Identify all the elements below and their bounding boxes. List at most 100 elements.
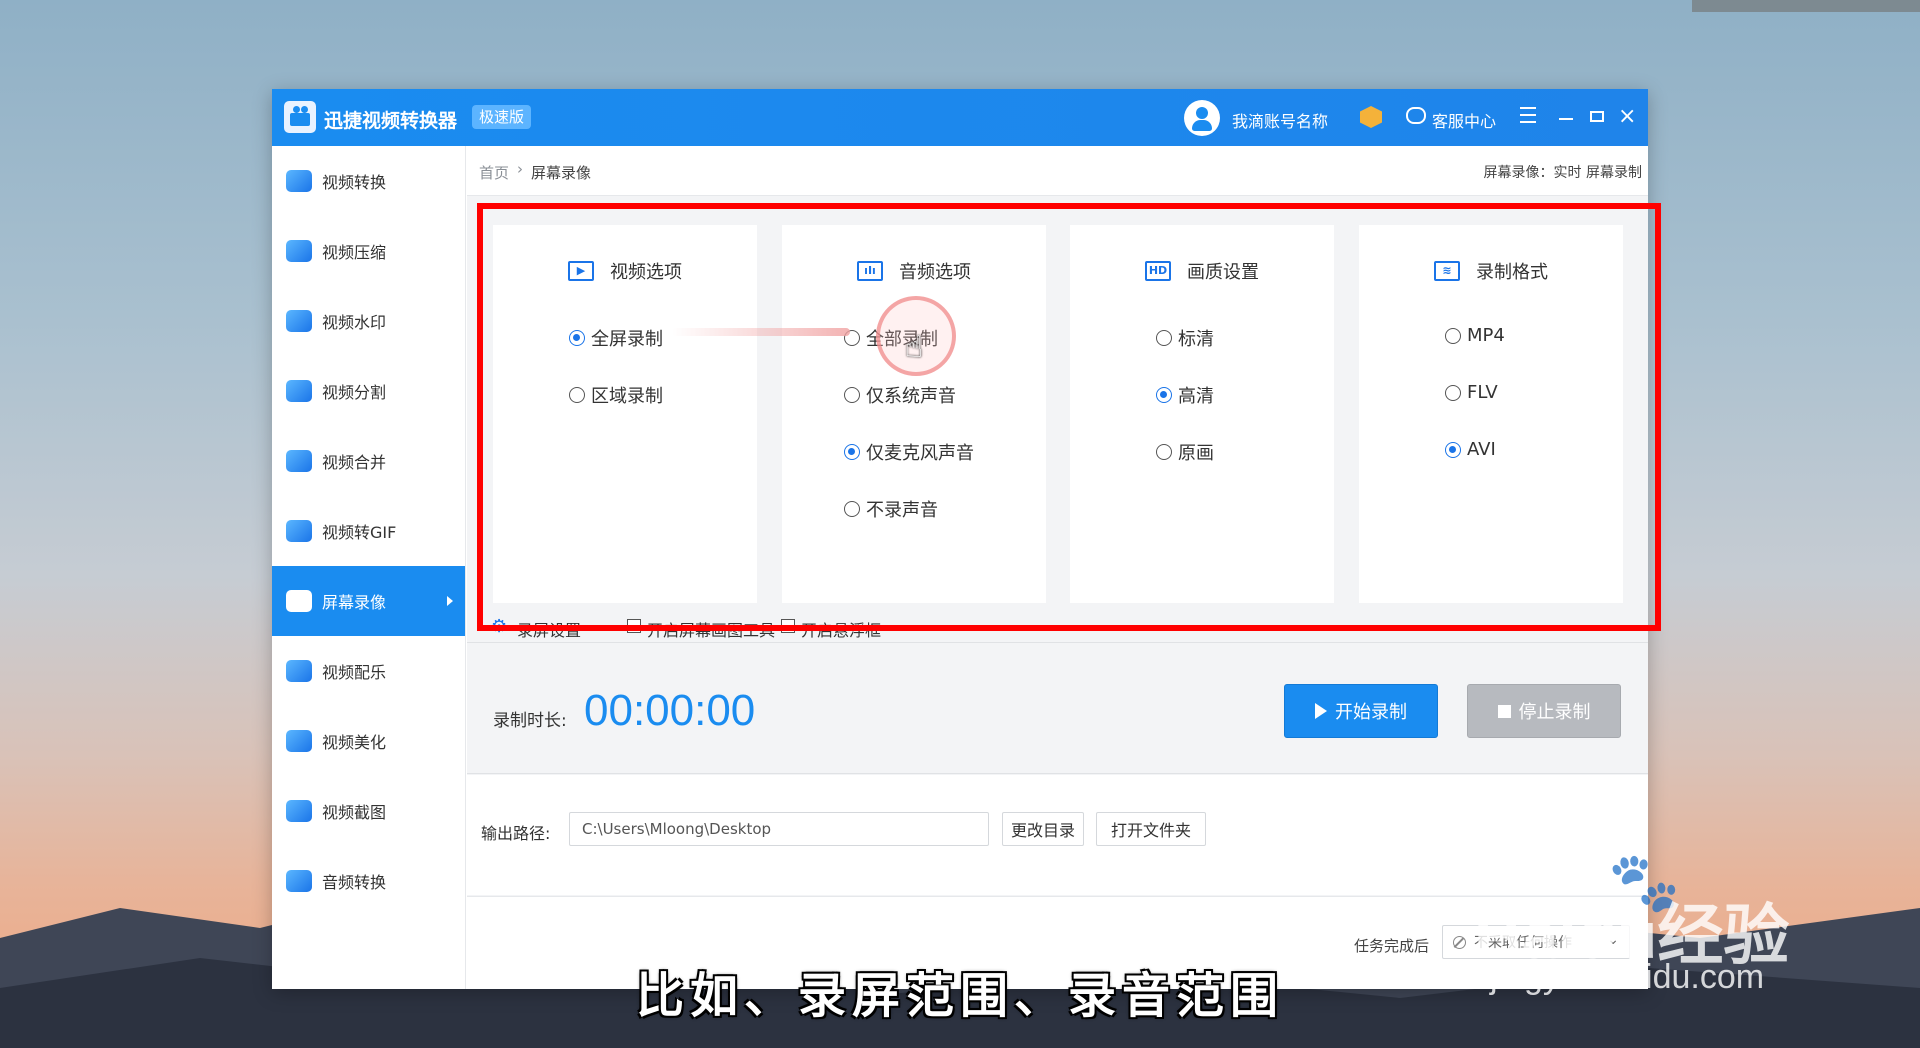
screenshot-icon: [286, 800, 312, 822]
watermark-sub: jingyan.baidu.com: [1490, 958, 1765, 996]
output-area: 输出路径: C:\Users\Mloong\Desktop 更改目录 打开文件夹: [467, 775, 1648, 895]
account-name[interactable]: 我滴账号名称: [1232, 108, 1328, 132]
radio-mic-only[interactable]: [844, 444, 860, 460]
sidebar-item-label: 视频分割: [322, 383, 387, 402]
card-title: 视频选项: [610, 262, 682, 283]
option-label: 原画: [1178, 443, 1214, 464]
gear-icon[interactable]: ⚙: [491, 616, 507, 637]
sidebar-item-label: 视频截图: [322, 803, 387, 822]
edition-badge: 极速版: [472, 105, 532, 129]
menu-icon[interactable]: [1520, 107, 1536, 125]
sidebar-item-video-merge[interactable]: 视频合并: [272, 426, 465, 496]
main-panel: 首页 › 屏幕录像 屏幕录像：实时 屏幕录制 ▶ 视频选项 全屏录制 区域录制: [467, 146, 1648, 989]
sidebar-item-video-compress[interactable]: 视频压缩: [272, 216, 465, 286]
baidu-watermark: 🐾 Baidu经验 jingyan.baidu.com: [1474, 848, 1834, 1018]
draw-tool-label[interactable]: 开启屏幕画图工具: [647, 617, 775, 641]
video-merge-icon: [286, 450, 312, 472]
sidebar-item-label: 视频合并: [322, 453, 387, 472]
after-task-label: 任务完成后: [1354, 937, 1430, 955]
record-format-card: ≋ 录制格式 MP4 FLV AVI: [1359, 225, 1623, 603]
change-dir-button[interactable]: 更改目录: [1002, 812, 1084, 846]
draw-tool-checkbox[interactable]: [627, 619, 641, 633]
breadcrumb-home[interactable]: 首页: [479, 162, 509, 183]
option-label: FLV: [1467, 382, 1498, 403]
minimize-icon[interactable]: [1559, 118, 1573, 120]
sidebar-item-screen-record[interactable]: 屏幕录像: [272, 566, 465, 636]
close-icon[interactable]: ×: [1618, 106, 1636, 128]
hand-cursor-icon: ☝: [905, 330, 924, 365]
sidebar-item-label: 视频转GIF: [322, 523, 397, 542]
radio-original[interactable]: [1156, 444, 1172, 460]
service-center-link[interactable]: 客服中心: [1432, 108, 1496, 132]
cursor-trail: [672, 328, 850, 336]
sidebar-item-video-gif[interactable]: 视频转GIF: [272, 496, 465, 566]
option-mic-only[interactable]: 仅麦克风声音: [844, 439, 974, 465]
sidebar-item-video-screenshot[interactable]: 视频截图: [272, 776, 465, 846]
sidebar-item-video-beautify[interactable]: 视频美化: [272, 706, 465, 776]
sidebar-item-video-music[interactable]: 视频配乐: [272, 636, 465, 706]
option-flv[interactable]: FLV: [1445, 382, 1498, 403]
radio-high[interactable]: [1156, 387, 1172, 403]
radio-avi[interactable]: [1445, 441, 1461, 458]
chat-bubble-icon[interactable]: [1406, 107, 1426, 124]
output-path-label: 输出路径:: [481, 824, 551, 843]
option-fullscreen[interactable]: 全屏录制: [569, 325, 663, 351]
maximize-icon[interactable]: [1590, 111, 1604, 122]
screen-record-icon: [286, 590, 312, 612]
radio-no-audio[interactable]: [844, 501, 860, 517]
play-box-icon: ▶: [568, 261, 594, 281]
radio-region[interactable]: [569, 387, 585, 403]
mode-info: 屏幕录像：实时 屏幕录制: [1483, 165, 1642, 181]
radio-fullscreen[interactable]: [569, 330, 585, 346]
start-record-button[interactable]: 开始录制: [1284, 684, 1438, 738]
app-logo-icon: [284, 101, 316, 133]
option-label: 仅系统声音: [866, 386, 956, 407]
vip-icon[interactable]: [1360, 106, 1382, 128]
option-original[interactable]: 原画: [1156, 439, 1214, 465]
sidebar-item-audio-convert[interactable]: 音频转换: [272, 846, 465, 916]
breadcrumb: 首页 › 屏幕录像 屏幕录像：实时 屏幕录制: [467, 146, 1648, 196]
option-region[interactable]: 区域录制: [569, 382, 663, 408]
quality-settings-card: HD 画质设置 标清 高清 原画: [1070, 225, 1334, 603]
sidebar-item-video-convert[interactable]: 视频转换: [272, 146, 465, 216]
option-mp4[interactable]: MP4: [1445, 325, 1505, 346]
app-title: 迅捷视频转换器: [324, 110, 458, 132]
record-settings-link[interactable]: 录屏设置: [517, 617, 581, 641]
video-options-card: ▶ 视频选项 全屏录制 区域录制: [493, 225, 757, 603]
card-header: ≋ 录制格式: [1359, 258, 1623, 284]
output-path-input[interactable]: C:\Users\Mloong\Desktop: [569, 812, 989, 846]
radio-system-only[interactable]: [844, 387, 860, 403]
layers-icon: ≋: [1434, 261, 1460, 281]
user-avatar-icon[interactable]: [1184, 100, 1220, 136]
timer-area: 录制时长: 00:00:00 开始录制 停止录制: [467, 644, 1648, 774]
video-convert-icon: [286, 170, 312, 192]
floating-frame-checkbox[interactable]: [781, 619, 795, 633]
card-header: HD 画质设置: [1070, 258, 1334, 284]
option-label: 区域录制: [591, 386, 663, 407]
option-system-only[interactable]: 仅系统声音: [844, 382, 956, 408]
sidebar-item-video-watermark[interactable]: 视频水印: [272, 286, 465, 356]
sidebar-item-video-split[interactable]: 视频分割: [272, 356, 465, 426]
radio-flv[interactable]: [1445, 384, 1461, 401]
radio-mp4[interactable]: [1445, 327, 1461, 344]
ban-icon: [1453, 935, 1466, 949]
stop-record-button[interactable]: 停止录制: [1467, 684, 1621, 738]
option-avi[interactable]: AVI: [1445, 439, 1496, 460]
radio-standard[interactable]: [1156, 330, 1172, 346]
breadcrumb-current: 屏幕录像: [531, 164, 592, 182]
video-split-icon: [286, 380, 312, 402]
options-cards: ▶ 视频选项 全屏录制 区域录制 ıIı 音频选项 全部录制 仅系统声音 仅麦克…: [467, 196, 1648, 611]
card-title: 画质设置: [1187, 262, 1259, 283]
beautify-icon: [286, 730, 312, 752]
card-header: ıIı 音频选项: [782, 258, 1046, 284]
audio-wave-icon: ıIı: [857, 261, 883, 281]
floating-frame-label[interactable]: 开启悬浮框: [801, 617, 881, 641]
sidebar-item-label: 视频压缩: [322, 243, 387, 262]
option-high[interactable]: 高清: [1156, 382, 1214, 408]
option-label: 高清: [1178, 386, 1214, 407]
audio-options-card: ıIı 音频选项 全部录制 仅系统声音 仅麦克风声音 不录声音: [782, 225, 1046, 603]
option-no-audio[interactable]: 不录声音: [844, 496, 938, 522]
open-folder-button[interactable]: 打开文件夹: [1096, 812, 1206, 846]
card-title: 录制格式: [1476, 262, 1548, 283]
option-standard[interactable]: 标清: [1156, 325, 1214, 351]
